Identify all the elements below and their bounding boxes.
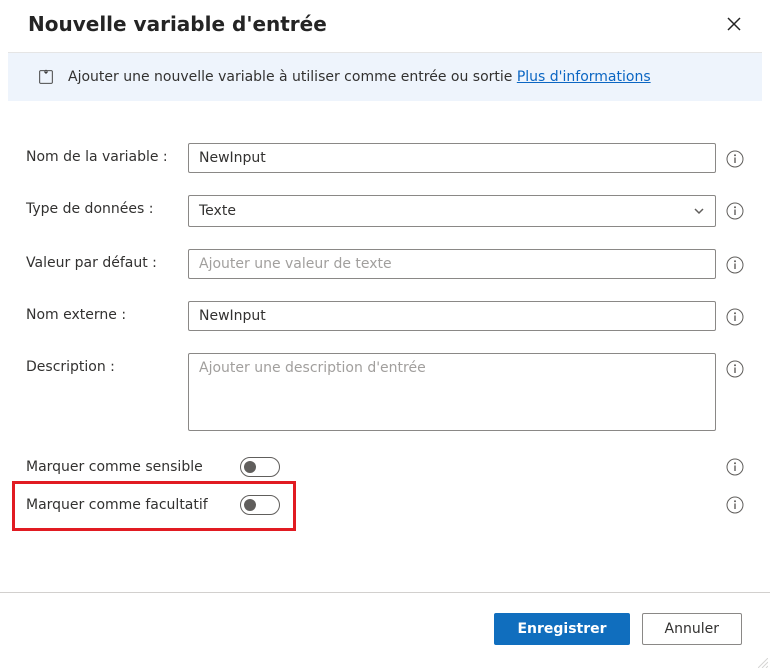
- io-variable-icon: [36, 67, 56, 87]
- description-input[interactable]: [188, 353, 716, 431]
- input-variable-dialog: Nouvelle variable d'entrée Ajouter une n…: [0, 0, 770, 665]
- info-icon-mark-sensitive[interactable]: [726, 458, 744, 476]
- dialog-title: Nouvelle variable d'entrée: [28, 12, 327, 36]
- default-value-input[interactable]: [188, 249, 716, 279]
- dialog-header: Nouvelle variable d'entrée: [0, 0, 770, 48]
- resize-handle-icon[interactable]: [758, 653, 768, 663]
- row-external-name: Nom externe :: [26, 301, 744, 331]
- info-icon-variable-name[interactable]: [726, 150, 744, 168]
- cancel-button[interactable]: Annuler: [642, 613, 742, 645]
- mark-optional-toggle[interactable]: [240, 495, 280, 515]
- dialog-footer: Enregistrer Annuler: [0, 592, 770, 665]
- row-mark-sensitive: Marquer comme sensible: [26, 457, 744, 477]
- form-body: Nom de la variable : Type de données : T…: [0, 101, 770, 543]
- label-variable-name: Nom de la variable :: [26, 143, 188, 165]
- label-data-type: Type de données :: [26, 195, 188, 217]
- external-name-input[interactable]: [188, 301, 716, 331]
- more-info-link[interactable]: Plus d'informations: [517, 69, 651, 85]
- variable-name-input[interactable]: [188, 143, 716, 173]
- info-icon-mark-optional[interactable]: [726, 496, 744, 514]
- close-icon: [727, 17, 741, 31]
- info-message: Ajouter une nouvelle variable à utiliser…: [68, 69, 651, 85]
- toggle-knob: [244, 499, 256, 511]
- chevron-down-icon: [693, 205, 705, 217]
- toggle-knob: [244, 461, 256, 473]
- info-icon-description[interactable]: [726, 360, 744, 378]
- info-icon-default-value[interactable]: [726, 256, 744, 274]
- mark-sensitive-toggle[interactable]: [240, 457, 280, 477]
- label-description: Description :: [26, 353, 188, 375]
- label-default-value: Valeur par défaut :: [26, 249, 188, 271]
- row-default-value: Valeur par défaut :: [26, 249, 744, 279]
- label-mark-sensitive: Marquer comme sensible: [26, 459, 226, 475]
- close-button[interactable]: [720, 10, 748, 38]
- save-button[interactable]: Enregistrer: [494, 613, 629, 645]
- row-mark-optional: Marquer comme facultatif: [26, 495, 744, 515]
- row-data-type: Type de données : Texte: [26, 195, 744, 227]
- info-bar: Ajouter une nouvelle variable à utiliser…: [8, 52, 762, 101]
- row-description: Description :: [26, 353, 744, 435]
- label-external-name: Nom externe :: [26, 301, 188, 323]
- data-type-select[interactable]: Texte: [188, 195, 716, 227]
- info-icon-external-name[interactable]: [726, 308, 744, 326]
- row-variable-name: Nom de la variable :: [26, 143, 744, 173]
- info-icon-data-type[interactable]: [726, 202, 744, 220]
- label-mark-optional: Marquer comme facultatif: [26, 497, 226, 513]
- data-type-value: Texte: [199, 203, 236, 219]
